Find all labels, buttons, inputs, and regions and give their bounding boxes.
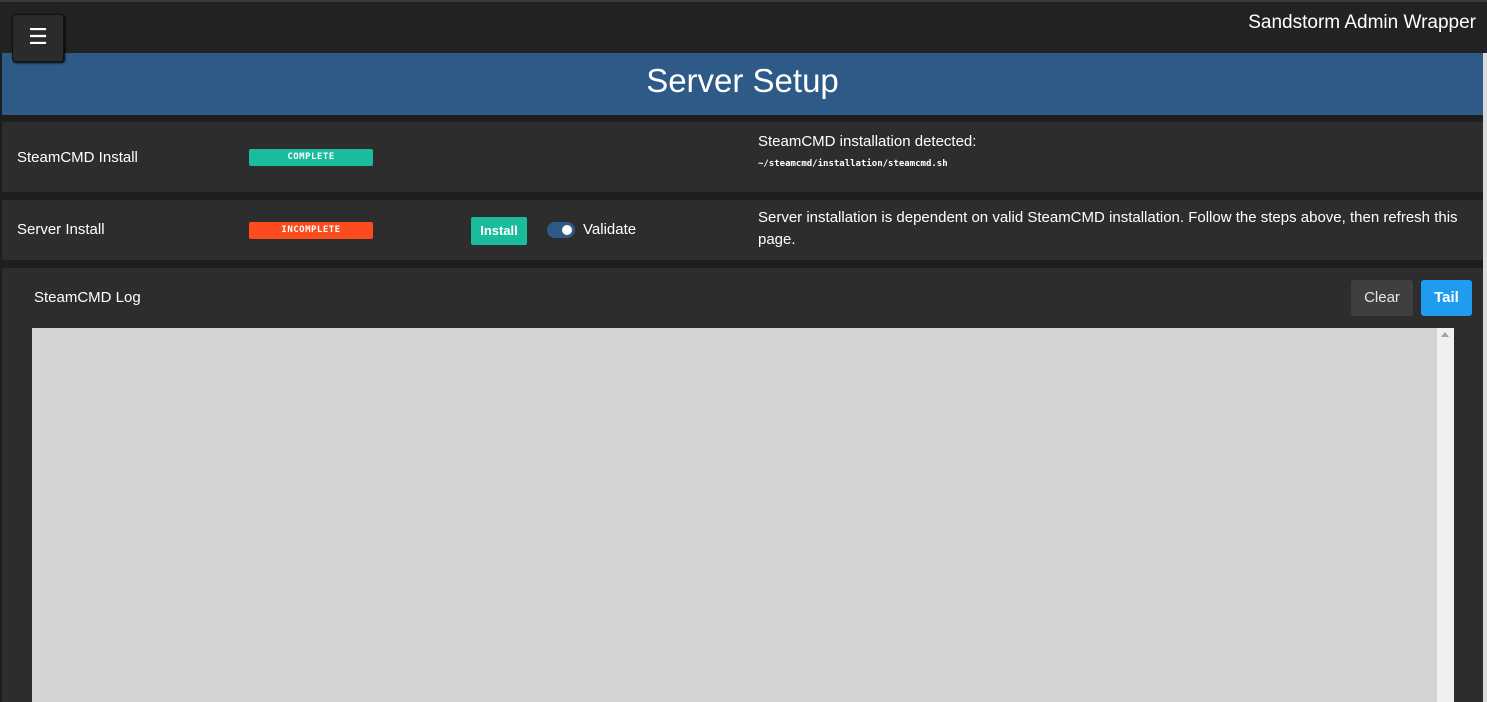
app-title: Sandstorm Admin Wrapper (1248, 12, 1476, 33)
install-button[interactable]: Install (471, 217, 527, 245)
validate-toggle[interactable] (547, 222, 575, 238)
log-title: SteamCMD Log (34, 289, 141, 306)
top-bar: ☰ Sandstorm Admin Wrapper (0, 0, 1487, 62)
validate-label: Validate (583, 221, 637, 238)
steamcmd-install-row: SteamCMD Install COMPLETE SteamCMD insta… (2, 122, 1483, 192)
log-scrollbar[interactable] (1437, 328, 1454, 702)
tail-button[interactable]: Tail (1421, 280, 1472, 316)
steamcmd-install-label: SteamCMD Install (17, 149, 138, 166)
server-description: Server installation is dependent on vali… (758, 209, 1458, 248)
clear-button[interactable]: Clear (1351, 280, 1413, 316)
window-edge (1483, 53, 1487, 702)
log-output[interactable] (32, 328, 1454, 702)
server-install-row: Server Install INCOMPLETE Install Valida… (2, 200, 1483, 260)
steamcmd-log-panel: SteamCMD Log Clear Tail (2, 268, 1483, 702)
steamcmd-path: ~/steamcmd/installation/steamcmd.sh (758, 159, 948, 169)
toggle-knob (562, 225, 572, 235)
scroll-up-icon[interactable] (1441, 332, 1449, 337)
steamcmd-status-badge: COMPLETE (249, 149, 373, 166)
page-title: Server Setup (2, 53, 1483, 115)
steamcmd-description: SteamCMD installation detected: ~/steamc… (758, 131, 976, 170)
server-install-label: Server Install (17, 221, 105, 238)
hamburger-icon: ☰ (28, 25, 48, 50)
steamcmd-description-text: SteamCMD installation detected: (758, 133, 977, 150)
menu-button[interactable]: ☰ (12, 14, 64, 62)
server-status-badge: INCOMPLETE (249, 222, 373, 239)
